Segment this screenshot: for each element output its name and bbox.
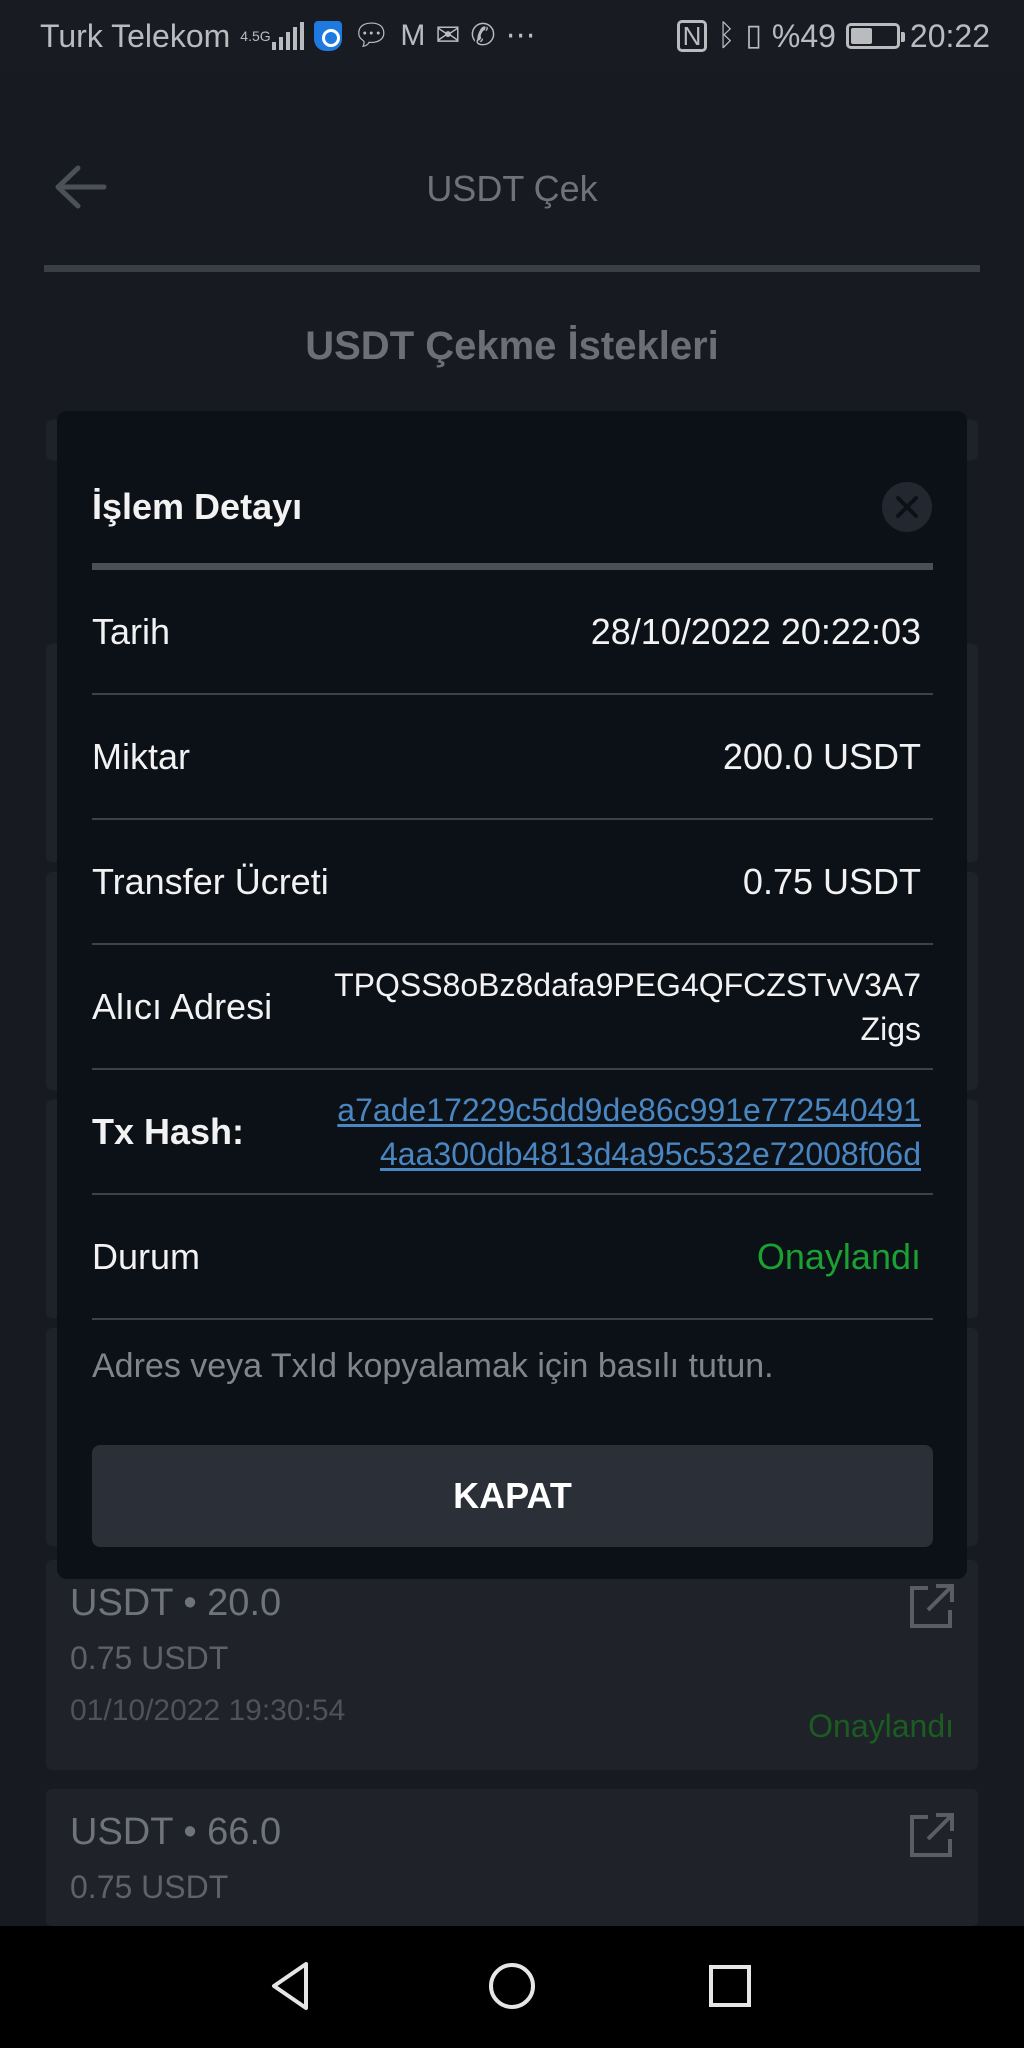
signal-icon (272, 22, 305, 50)
vibrate-icon: ▯ (745, 19, 762, 52)
recipient-address[interactable]: TPQSS8oBz8dafa9PEG4QFCZSTvV3A7Zigs (321, 963, 921, 1051)
bluetooth-icon: ᛒ (717, 19, 736, 52)
address-label: Alıcı Adresi (92, 985, 273, 1027)
mail-icon: ✉ (435, 19, 461, 52)
chat-icon: 💬︎ (352, 19, 391, 52)
txhash-label: Tx Hash: (92, 1110, 245, 1152)
gmail-icon: M (400, 19, 426, 52)
network-type: 4.5G (240, 28, 271, 44)
status-bar: Turk Telekom 4.5G 💬︎ M ✉ ✆ ⋯ N ᛒ ▯ %49 2… (0, 0, 1024, 72)
withdrawal-fee: 0.75 USDT (70, 1869, 229, 1905)
system-nav-bar (0, 1926, 1024, 2048)
clock: 20:22 (909, 17, 990, 54)
more-icon: ⋯ (505, 19, 536, 52)
battery-percent: %49 (771, 17, 836, 54)
copy-hint: Adres veya TxId kopyalamak için basılı t… (92, 1347, 774, 1385)
battery-icon (845, 23, 905, 49)
recents-square-icon[interactable] (700, 1956, 760, 2016)
list-item[interactable]: USDT • 20.0 0.75 USDT 01/10/2022 19:30:5… (46, 1560, 978, 1770)
withdrawal-status: Onaylandı (808, 1708, 954, 1744)
transaction-detail-modal: İşlem Detayı Tarih 28/10/2022 20:22:03 M… (57, 411, 967, 1579)
withdrawal-title: USDT • 66.0 (70, 1811, 282, 1853)
detail-row-date: Tarih 28/10/2022 20:22:03 (92, 570, 933, 695)
txhash-link[interactable]: a7ade17229c5dd9de86c991e7725404914aa300d… (321, 1088, 921, 1176)
carrier-name: Turk Telekom (40, 17, 231, 54)
detail-row-status: Durum Onaylandı (92, 1195, 933, 1320)
date-value: 28/10/2022 20:22:03 (590, 610, 921, 652)
section-title: USDT Çekme İstekleri (305, 324, 719, 368)
top-bar: USDT Çek (0, 72, 1024, 272)
status-label: Durum (92, 1235, 201, 1277)
page-title: USDT Çek (426, 168, 598, 209)
withdrawal-date: 01/10/2022 19:30:54 (70, 1694, 346, 1727)
whatsapp-icon: ✆ (470, 19, 496, 52)
detail-row-address: Alıcı Adresi TPQSS8oBz8dafa9PEG4QFCZSTvV… (92, 945, 933, 1070)
back-triangle-icon[interactable] (262, 1956, 322, 2016)
status-badge: Onaylandı (756, 1235, 921, 1277)
list-item[interactable]: USDT • 66.0 0.75 USDT (46, 1789, 978, 1926)
fee-value: 0.75 USDT (742, 860, 921, 902)
detail-row-amount: Miktar 200.0 USDT (92, 695, 933, 820)
fee-label: Transfer Ücreti (92, 860, 329, 902)
nfc-icon: N (676, 20, 708, 52)
close-icon[interactable] (882, 482, 932, 532)
header-divider (44, 265, 980, 272)
close-button[interactable]: KAPAT (92, 1445, 933, 1547)
external-link-icon[interactable] (906, 1811, 956, 1861)
shield-icon (314, 21, 343, 51)
detail-row-fee: Transfer Ücreti 0.75 USDT (92, 820, 933, 945)
modal-title-divider (92, 563, 933, 570)
modal-title: İşlem Detayı (92, 486, 303, 527)
amount-label: Miktar (92, 735, 190, 777)
amount-value: 200.0 USDT (722, 735, 921, 777)
home-circle-icon[interactable] (482, 1956, 542, 2016)
detail-row-txhash: Tx Hash: a7ade17229c5dd9de86c991e7725404… (92, 1070, 933, 1195)
date-label: Tarih (92, 610, 171, 652)
withdrawal-title: USDT • 20.0 (70, 1582, 282, 1624)
withdrawal-fee: 0.75 USDT (70, 1640, 229, 1676)
external-link-icon[interactable] (906, 1582, 956, 1632)
